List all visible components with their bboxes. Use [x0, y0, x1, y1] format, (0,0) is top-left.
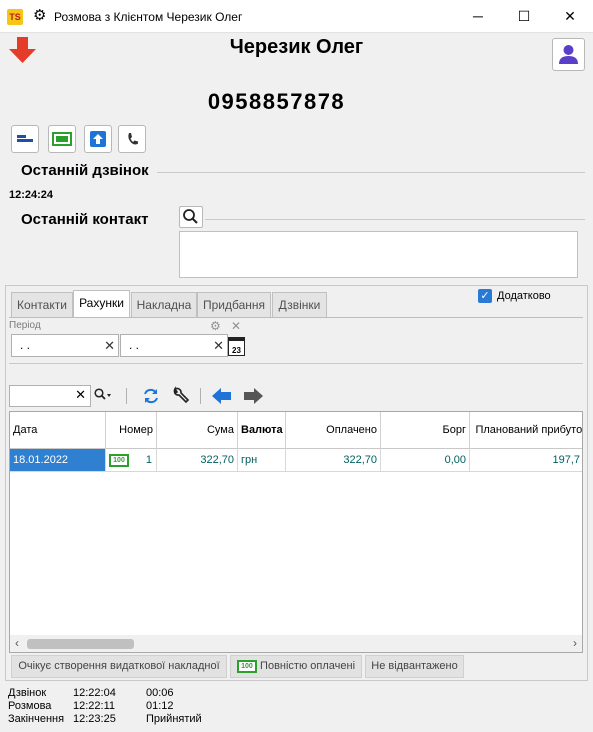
fully-paid-label: Повністю оплачені — [260, 660, 356, 672]
arrow-right-icon[interactable] — [243, 387, 263, 408]
toolbar-separator — [126, 388, 127, 404]
clear-period-icon[interactable]: ✕ — [231, 319, 241, 333]
last-contact-title: Останній контакт — [21, 211, 149, 228]
scrollbar-thumb[interactable] — [27, 639, 134, 649]
upload-button[interactable] — [84, 125, 112, 153]
minimize-button[interactable]: ─ — [455, 0, 501, 33]
card-icon — [17, 135, 33, 142]
grid-search-input[interactable]: ✕ — [9, 385, 91, 407]
divider — [205, 219, 585, 220]
column-header-currency[interactable]: Валюта — [238, 412, 286, 449]
window-title: Розмова з Клієнтом Черезик Олег — [54, 10, 243, 24]
cell-number-value: 1 — [145, 454, 152, 466]
cell-paid: 322,70 — [286, 449, 381, 471]
footer-label-talk: Розмова — [8, 700, 52, 712]
user-profile-button[interactable] — [552, 38, 585, 71]
close-button[interactable]: ✕ — [547, 0, 593, 33]
tab-invoices[interactable]: Рахунки — [73, 290, 130, 318]
additional-label: Додатково — [497, 290, 551, 302]
phone-icon — [128, 133, 138, 145]
money-icon: 100 — [109, 453, 129, 467]
invoices-table: Дата Номер Сума Валюта Оплачено Борг Пла… — [9, 411, 583, 653]
table-row[interactable]: 18.01.2022 100 1 322,70 грн 322,70 0,00 … — [10, 449, 582, 472]
cell-debt: 0,00 — [381, 449, 470, 471]
footer-time-talk: 12:22:11 — [73, 700, 116, 712]
cell-currency: грн — [238, 449, 286, 471]
not-shipped-button[interactable]: Не відвантажено — [365, 655, 464, 678]
column-header-paid[interactable]: Оплачено — [286, 412, 381, 449]
settings-icon[interactable]: ⚙ — [210, 319, 221, 333]
cell-profit: 197,7 — [552, 454, 580, 466]
additional-checkbox[interactable]: ✓ — [478, 289, 492, 303]
divider — [9, 363, 583, 364]
toolbar-separator — [200, 388, 201, 404]
client-name: Черезик Олег — [229, 36, 364, 58]
footer-time-call: 12:22:04 — [73, 687, 116, 699]
divider — [157, 172, 585, 173]
horizontal-scrollbar[interactable]: ‹ › — [10, 635, 582, 652]
money-icon: 100 — [236, 659, 257, 673]
gear-icon[interactable]: ⚙ — [33, 7, 46, 25]
footer-time-end: 12:23:25 — [73, 713, 116, 725]
footer-value-talk: 01:12 — [146, 700, 174, 712]
arrow-left-icon[interactable] — [212, 387, 232, 408]
maximize-button[interactable]: ☐ — [501, 0, 547, 33]
footer-value-call: 00:06 — [146, 687, 174, 699]
last-contact-text[interactable] — [179, 231, 578, 278]
user-icon — [559, 45, 578, 64]
call-button[interactable] — [118, 125, 146, 153]
arrow-up-icon — [90, 131, 106, 147]
card-button[interactable] — [11, 125, 39, 153]
scroll-right-icon[interactable]: › — [573, 635, 577, 652]
date-to-field[interactable]: . . ✕ — [120, 334, 228, 357]
tab-calls[interactable]: Дзвінки — [272, 292, 327, 317]
column-header-debt[interactable]: Борг — [381, 412, 470, 449]
footer-label-end: Закінчення — [8, 713, 65, 725]
search-icon — [183, 209, 198, 224]
money-button[interactable] — [48, 125, 76, 153]
cell-date: 18.01.2022 — [10, 449, 106, 471]
app-icon: TS — [7, 9, 23, 25]
awaiting-waybill-button[interactable]: Очікує створення видаткової накладної — [11, 655, 227, 678]
calendar-icon[interactable]: 23 — [228, 337, 245, 356]
clear-icon[interactable]: ✕ — [75, 387, 86, 403]
search-options-icon[interactable] — [94, 388, 114, 405]
phone-number: 0958857878 — [207, 89, 346, 114]
period-label: Період — [9, 320, 41, 331]
column-header-number[interactable]: Номер — [106, 412, 157, 449]
search-contact-button[interactable] — [179, 206, 203, 228]
tab-purchases[interactable]: Придбання — [197, 292, 271, 317]
footer-label-call: Дзвінок — [8, 687, 47, 699]
cell-sum: 322,70 — [157, 449, 238, 471]
date-from-field[interactable]: . . ✕ — [11, 334, 119, 357]
column-header-date[interactable]: Дата — [10, 412, 106, 449]
fully-paid-button[interactable]: 100 Повністю оплачені — [230, 655, 362, 678]
tab-contacts[interactable]: Контакти — [11, 292, 73, 317]
date-from-value: . . — [20, 338, 31, 352]
clear-icon[interactable]: ✕ — [104, 335, 115, 356]
last-call-title: Останній дзвінок — [21, 162, 149, 179]
scroll-left-icon[interactable]: ‹ — [15, 635, 19, 652]
clear-icon[interactable]: ✕ — [213, 335, 224, 356]
last-call-time: 12:24:24 — [9, 189, 54, 201]
refresh-icon[interactable] — [141, 386, 161, 409]
cell-number: 100 1 — [106, 449, 157, 471]
wrench-icon[interactable] — [171, 386, 191, 409]
column-header-sum[interactable]: Сума — [157, 412, 238, 449]
tab-waybill[interactable]: Накладна — [131, 292, 197, 317]
money-icon — [52, 132, 72, 146]
tab-underline — [9, 317, 583, 318]
table-header: Дата Номер Сума Валюта Оплачено Борг Пла… — [10, 412, 582, 449]
date-to-value: . . — [129, 338, 140, 352]
footer-value-end: Прийнятий — [146, 713, 202, 725]
column-header-profit[interactable]: Планований прибуток — [470, 412, 582, 449]
